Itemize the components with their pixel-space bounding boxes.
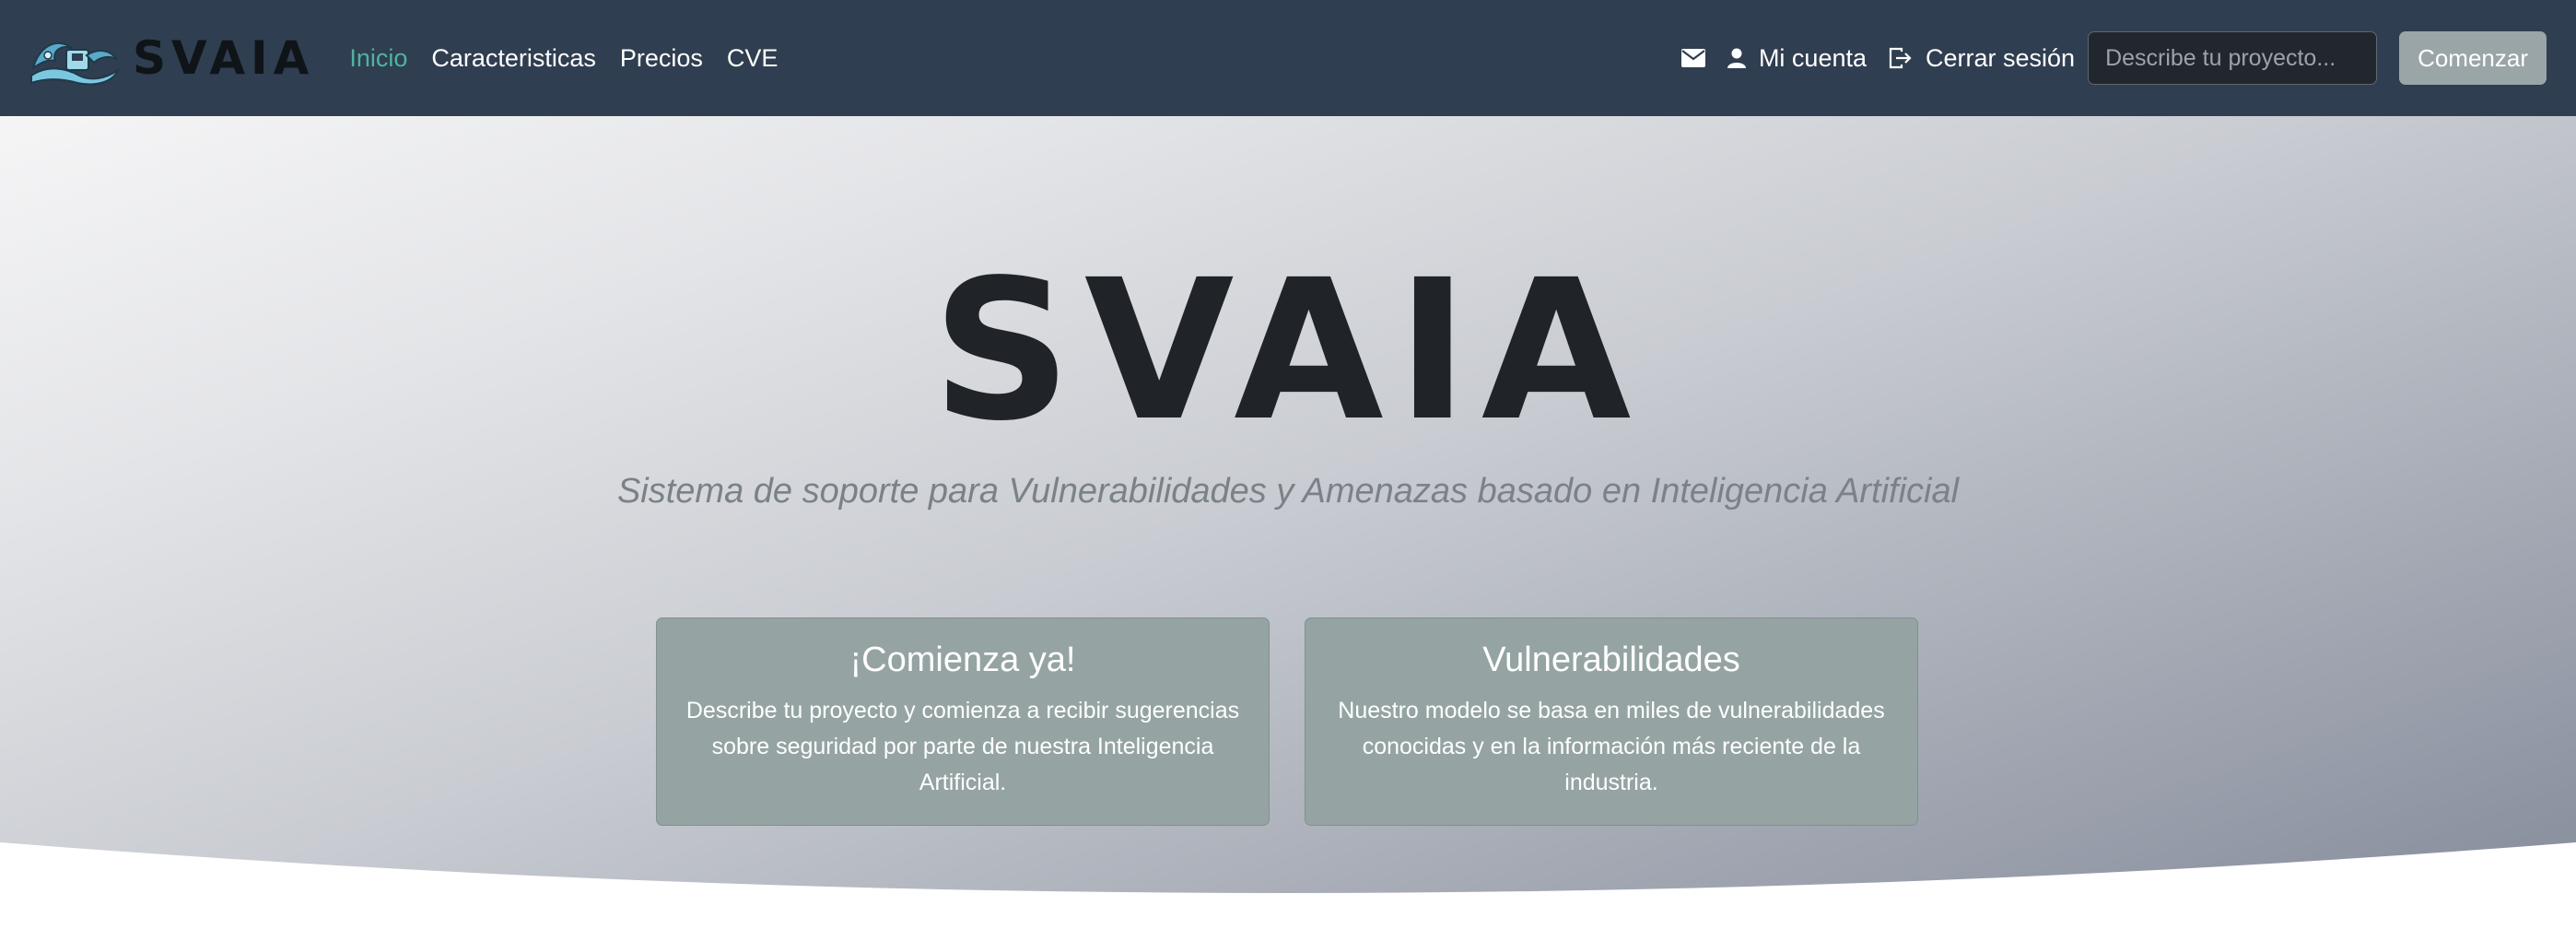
hero-bottom-curve xyxy=(0,842,2576,929)
wave-logo-icon xyxy=(30,42,120,86)
hero-section: SVAIA Sistema de soporte para Vulnerabil… xyxy=(0,116,2576,929)
mail-button[interactable] xyxy=(1680,49,1705,67)
account-link[interactable]: Mi cuenta xyxy=(1727,44,1867,73)
envelope-icon xyxy=(1680,49,1705,67)
logout-label: Cerrar sesión xyxy=(1926,43,2076,72)
top-navbar: SVAIA Inicio Caracteristicas Precios CVE… xyxy=(0,0,2576,116)
logout-icon xyxy=(1889,47,1912,69)
nav-right: Mi cuenta Cerrar sesión Comenzar xyxy=(1680,31,2547,85)
account-label: Mi cuenta xyxy=(1758,43,1867,72)
hero-subtitle: Sistema de soporte para Vulnerabilidades… xyxy=(616,472,1960,511)
brand-name: SVAIA xyxy=(133,31,315,85)
card-title: Vulnerabilidades xyxy=(1482,641,1740,679)
nav-link-precios[interactable]: Precios xyxy=(620,37,703,80)
nav-link-inicio[interactable]: Inicio xyxy=(349,37,407,80)
user-icon xyxy=(1727,48,1746,68)
brand[interactable]: SVAIA xyxy=(29,28,314,88)
card-title: ¡Comienza ya! xyxy=(849,641,1076,679)
hero-title: SVAIA xyxy=(931,238,1645,464)
card-text: Describe tu proyecto y comienza a recibi… xyxy=(685,698,1240,795)
nav-links: Inicio Caracteristicas Precios CVE xyxy=(349,37,778,80)
card-vulnerabilities: Vulnerabilidades Nuestro modelo se basa … xyxy=(1305,617,1918,826)
card-start: ¡Comienza ya! Describe tu proyecto y com… xyxy=(656,617,1270,826)
logout-link[interactable]: Cerrar sesión xyxy=(1889,44,2075,73)
card-text: Nuestro modelo se basa en miles de vulne… xyxy=(1338,698,1885,795)
start-button[interactable]: Comenzar xyxy=(2399,31,2547,85)
nav-link-caracteristicas[interactable]: Caracteristicas xyxy=(431,37,596,80)
nav-link-cve[interactable]: CVE xyxy=(727,37,779,80)
project-search-input[interactable] xyxy=(2088,31,2378,85)
